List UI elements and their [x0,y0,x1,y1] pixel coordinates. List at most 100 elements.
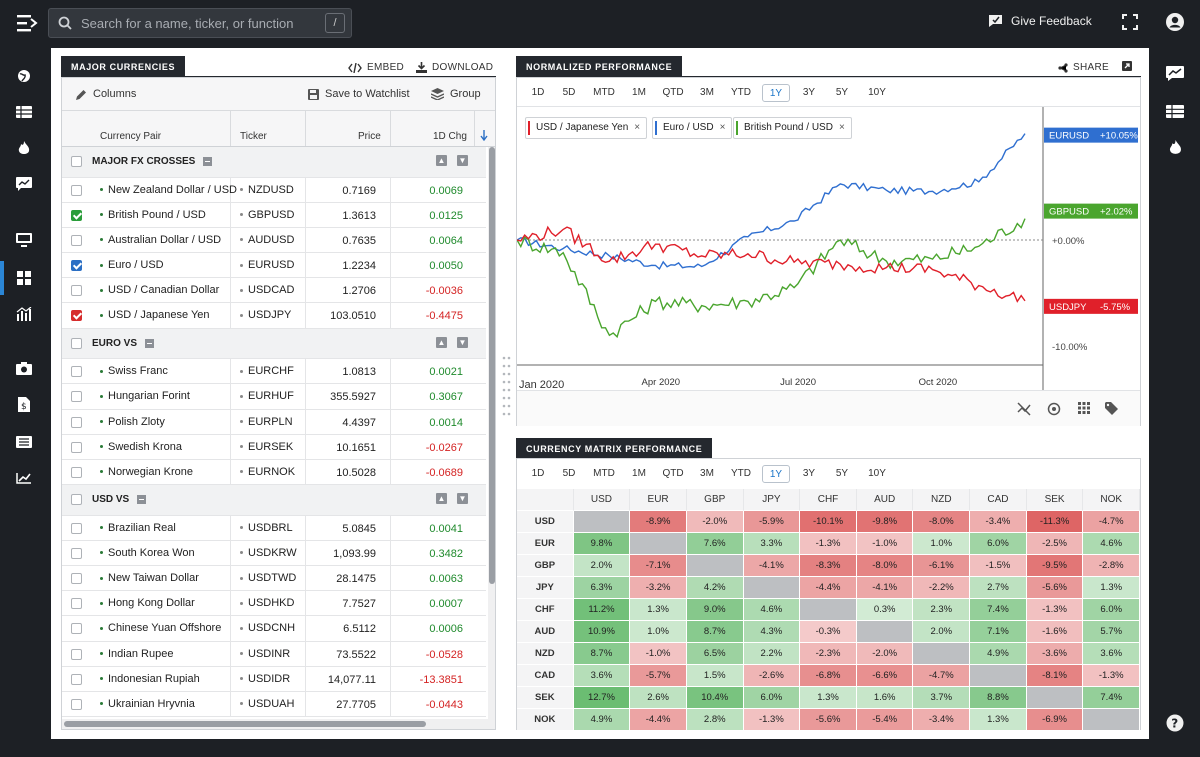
range-button-1d[interactable]: 1D [525,84,551,102]
matrix-cell[interactable]: -1.3% [743,709,801,731]
vertical-scroll-thumb[interactable] [489,147,495,584]
range-button-1m[interactable]: 1M [626,465,652,483]
matrix-cell[interactable]: 4.9% [970,643,1027,665]
currency-pair-name[interactable]: USD / Japanese Yen [100,309,210,321]
ticker[interactable]: USDBRL [240,522,293,534]
embed-button[interactable]: EMBED [348,62,404,73]
chat-chart-icon[interactable] [1163,61,1187,85]
matrix-cell[interactable]: 3.6% [1083,643,1141,665]
range-button-3m[interactable]: 3M [694,465,720,483]
table-row[interactable]: South Korea Won USDKRW 1,093.99 0.3482 [62,540,486,566]
matrix-row-header[interactable]: USD [517,511,574,533]
ticker[interactable]: EURSEK [240,441,293,453]
document-dollar-icon[interactable]: $ [12,392,36,416]
matrix-cell[interactable]: -2.5% [1026,533,1084,555]
matrix-cell[interactable]: -1.5% [970,555,1027,577]
currency-pair-name[interactable]: Brazilian Real [100,522,176,534]
matrix-cell[interactable] [970,665,1027,687]
table-row[interactable]: Norwegian Krone EURNOK 10.5028 -0.0689 [62,459,486,486]
matrix-cell[interactable]: 3.3% [743,533,801,555]
matrix-cell[interactable]: 7.1% [970,621,1027,643]
matrix-cell[interactable]: -11.3% [1026,511,1084,533]
range-button-1d[interactable]: 1D [525,465,551,483]
ticker[interactable]: USDCNH [240,622,295,634]
matrix-cell[interactable]: -8.1% [1026,665,1084,687]
move-down-icon[interactable]: ▼ [457,155,468,166]
range-button-5y[interactable]: 5Y [828,465,856,483]
matrix-cell[interactable]: 11.2% [573,599,631,621]
series-chip[interactable]: USD / Japanese Yen × [525,117,648,139]
camera-icon[interactable] [12,356,36,380]
row-checkbox[interactable] [71,391,82,403]
group-row[interactable]: USD VS ▲ ▼ [62,485,486,516]
bar-chart-icon[interactable] [12,302,36,326]
horizontal-scrollbar[interactable] [62,719,488,729]
currency-pair-name[interactable]: Swiss Franc [100,365,168,377]
table-row[interactable]: Hong Kong Dollar USDHKD 7.7527 0.0007 [62,591,486,617]
ticker[interactable]: USDIDR [240,673,290,685]
matrix-cell[interactable]: 9.0% [686,599,744,621]
matrix-cell[interactable]: -3.2% [630,577,687,599]
currency-pair-name[interactable]: New Taiwan Dollar [100,572,199,584]
globe-icon[interactable] [12,64,36,88]
currency-pair-name[interactable]: USD / Canadian Dollar [100,284,219,296]
row-checkbox[interactable] [71,598,82,610]
matrix-cell[interactable] [686,555,744,577]
matrix-cell[interactable] [1083,709,1141,731]
ticker[interactable]: USDJPY [240,309,291,321]
matrix-cell[interactable]: -1.3% [1026,599,1084,621]
flame-icon[interactable] [1163,136,1187,160]
matrix-cell[interactable]: -10.1% [800,511,857,533]
collapse-group-icon[interactable] [137,495,147,505]
matrix-cell[interactable]: -7.1% [630,555,687,577]
tag-icon[interactable] [1105,402,1120,415]
matrix-cell[interactable]: 7.4% [1083,687,1141,709]
ticker[interactable]: USDCAD [240,284,294,296]
table-row[interactable]: New Zealand Dollar / USD NZDUSD 0.7169 0.00… [62,177,486,203]
matrix-cell[interactable]: -3.4% [970,511,1027,533]
ticker[interactable]: GBPUSD [240,209,294,221]
row-checkbox[interactable] [71,209,82,221]
fullscreen-icon[interactable] [1122,13,1138,31]
close-icon[interactable]: × [839,122,845,133]
matrix-cell[interactable]: -4.1% [743,555,801,577]
matrix-cell[interactable]: 2.0% [573,555,631,577]
matrix-cell[interactable]: 8.7% [686,621,744,643]
series-chip[interactable]: British Pound / USD × [733,117,852,139]
group-row[interactable]: MAJOR FX CROSSES ▲ ▼ [62,147,486,178]
matrix-cell[interactable]: 3.7% [913,687,971,709]
matrix-cell[interactable]: -8.0% [856,555,914,577]
matrix-cell[interactable]: 3.6% [573,665,631,687]
matrix-cell[interactable]: 1.3% [800,687,857,709]
matrix-cell[interactable] [913,643,971,665]
matrix-cell[interactable]: -2.2% [913,577,971,599]
ticker[interactable]: EURPLN [240,416,293,428]
matrix-cell[interactable]: -2.8% [1083,555,1141,577]
ticker[interactable]: USDTWD [240,572,296,584]
column-header-ticker[interactable]: Ticker [240,131,267,142]
matrix-row-header[interactable]: CAD [517,665,574,687]
table-list-icon[interactable] [1163,99,1187,123]
matrix-cell[interactable]: -6.6% [856,665,914,687]
table-row[interactable]: Hungarian Forint EURHUF 355.5927 0.3067 [62,384,486,410]
table-row[interactable]: USD / Japanese Yen USDJPY 103.0510 -0.4475 [62,303,486,329]
ticker[interactable]: USDUAH [240,698,294,710]
panel-resize-grip[interactable] [502,354,512,424]
tab-currency-matrix[interactable]: CURRENCY MATRIX PERFORMANCE [516,438,713,460]
range-button-1y[interactable]: 1Y [762,465,790,483]
matrix-column-header[interactable]: NOK [1083,489,1141,511]
range-button-mtd[interactable]: MTD [587,84,621,102]
menu-expand-icon[interactable] [13,11,39,35]
matrix-cell[interactable] [1026,687,1084,709]
row-checkbox[interactable] [71,698,82,710]
table-row[interactable]: Swiss Franc EURCHF 1.0813 0.0021 [62,359,486,385]
row-checkbox[interactable] [71,260,82,272]
series-chip[interactable]: Euro / USD × [652,117,733,139]
columns-button[interactable]: Columns [76,88,136,100]
matrix-cell[interactable]: 1.0% [913,533,971,555]
matrix-cell[interactable]: -3.6% [1026,643,1084,665]
matrix-column-header[interactable]: JPY [743,489,801,511]
currency-pair-name[interactable]: Swedish Krona [100,441,182,453]
matrix-cell[interactable]: -3.4% [913,709,971,731]
matrix-cell[interactable]: 6.0% [1083,599,1141,621]
